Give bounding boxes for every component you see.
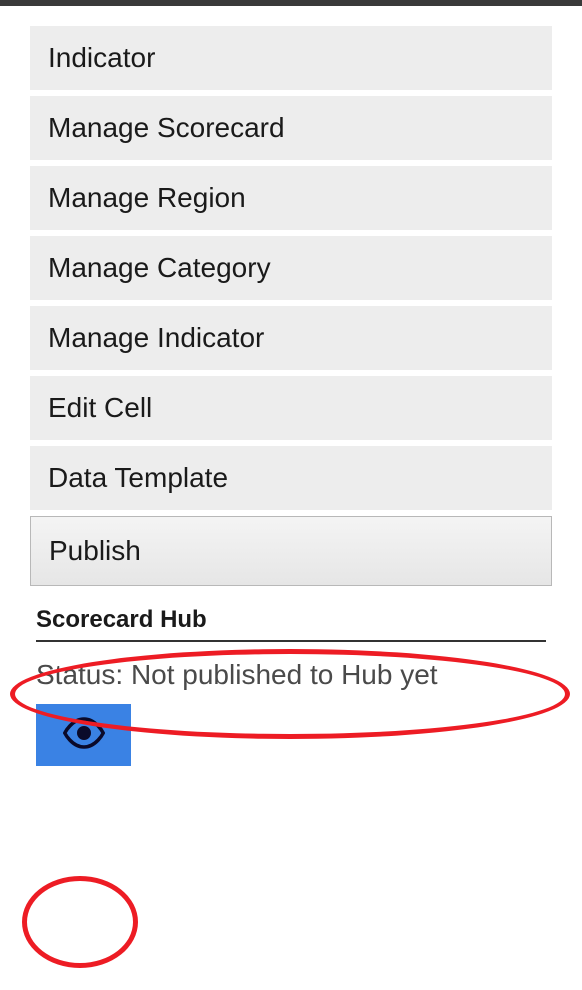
publish-button[interactable]: Publish — [30, 516, 552, 586]
menu-item-indicator[interactable]: Indicator — [30, 26, 552, 90]
menu-item-edit-cell[interactable]: Edit Cell — [30, 376, 552, 440]
eye-icon — [63, 712, 105, 757]
sidebar-container: Indicator Manage Scorecard Manage Region… — [0, 6, 582, 766]
menu-item-label: Manage Scorecard — [48, 112, 285, 143]
menu-item-label: Edit Cell — [48, 392, 152, 423]
menu-item-manage-indicator[interactable]: Manage Indicator — [30, 306, 552, 370]
menu-item-label: Manage Region — [48, 182, 246, 213]
menu-item-label: Manage Indicator — [48, 322, 264, 353]
menu-item-label: Manage Category — [48, 252, 271, 283]
menu-item-manage-scorecard[interactable]: Manage Scorecard — [30, 96, 552, 160]
hub-status-text: Status: Not published to Hub yet — [36, 656, 552, 694]
menu-item-label: Data Template — [48, 462, 228, 493]
publish-button-label: Publish — [49, 535, 141, 566]
annotation-circle-eye — [22, 876, 138, 968]
scorecard-hub-heading: Scorecard Hub — [36, 606, 546, 642]
menu-item-manage-category[interactable]: Manage Category — [30, 236, 552, 300]
menu-item-data-template[interactable]: Data Template — [30, 446, 552, 510]
preview-button[interactable] — [36, 704, 131, 766]
menu-item-label: Indicator — [48, 42, 155, 73]
menu-item-manage-region[interactable]: Manage Region — [30, 166, 552, 230]
